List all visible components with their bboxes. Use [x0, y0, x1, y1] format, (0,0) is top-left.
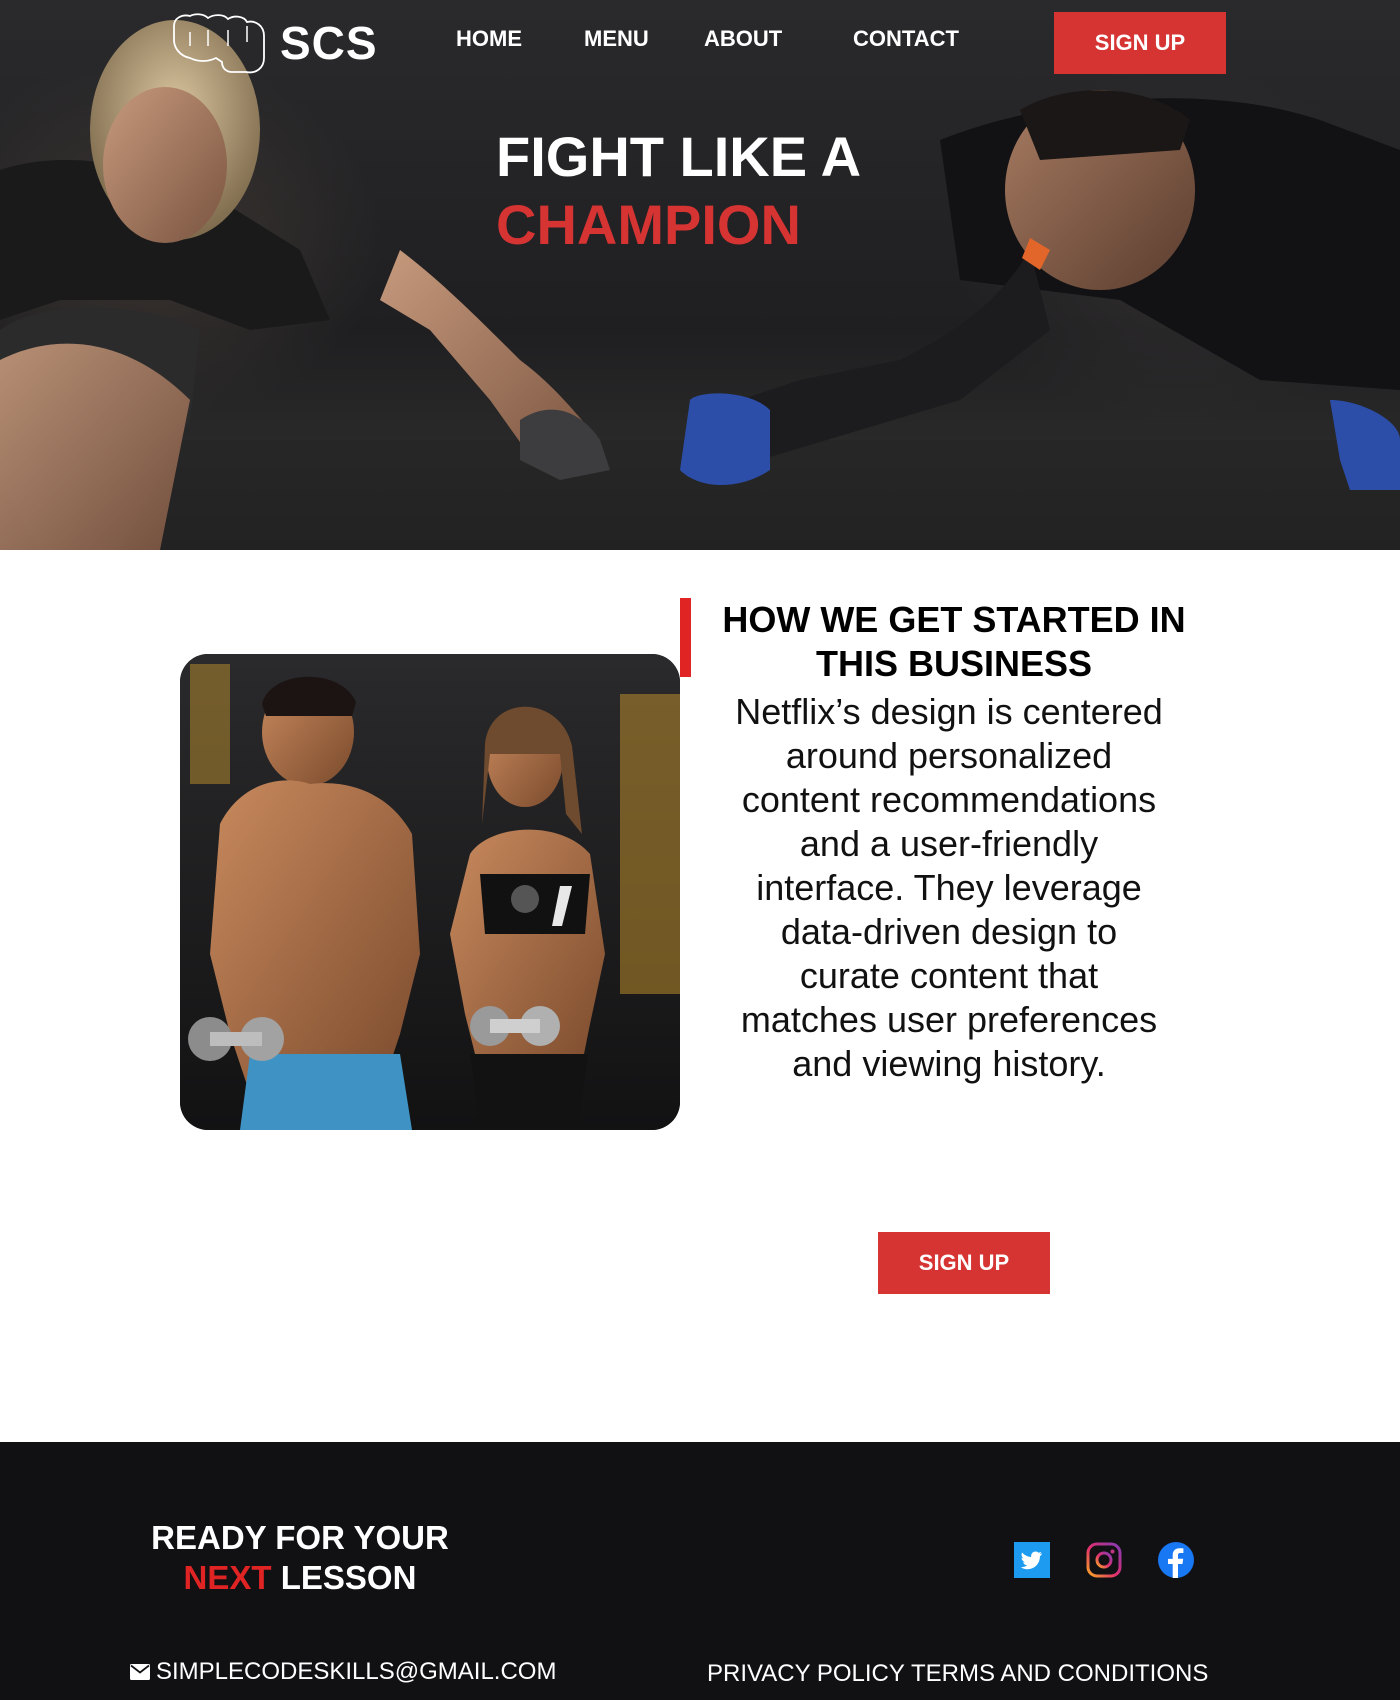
footer-email[interactable]: SIMPLECODESKILLS@GMAIL.COM [130, 1658, 556, 1686]
hero-workout-photo [0, 20, 1400, 550]
brand-logo[interactable]: SCS [168, 12, 378, 74]
footer-email-text: SIMPLECODESKILLS@GMAIL.COM [156, 1658, 557, 1685]
footer-cta-lesson: LESSON [280, 1559, 417, 1596]
heading-accent-bar [680, 598, 691, 677]
instagram-icon[interactable] [1086, 1542, 1122, 1578]
footer-cta-next: NEXT [183, 1559, 272, 1596]
footer-cta-line1: READY FOR YOUR [151, 1519, 449, 1556]
fitness-couple-photo [180, 654, 680, 1130]
nav-home[interactable]: HOME [456, 26, 522, 52]
mail-icon [130, 1664, 150, 1680]
hero-section: SCS HOME MENU ABOUT CONTACT SIGN UP FIGH… [0, 0, 1400, 550]
header-signup-button[interactable]: SIGN UP [1054, 12, 1226, 74]
about-description: Netflix’s design is centered around pers… [735, 691, 1163, 1084]
about-signup-button[interactable]: SIGN UP [878, 1232, 1050, 1294]
brand-name: SCS [280, 17, 378, 69]
nav-about[interactable]: ABOUT [704, 26, 782, 52]
footer: READY FOR YOUR NEXT LESSON SIMPLECODESKI… [0, 1442, 1400, 1700]
nav-menu[interactable]: MENU [584, 26, 649, 52]
hero-title: FIGHT LIKE A CHAMPION [496, 123, 861, 259]
hero-title-line1: FIGHT LIKE A [496, 125, 862, 188]
fist-icon [173, 13, 265, 74]
facebook-icon[interactable] [1158, 1542, 1194, 1578]
twitter-icon[interactable] [1014, 1542, 1050, 1578]
footer-cta: READY FOR YOUR NEXT LESSON [120, 1518, 480, 1598]
terms-link[interactable]: TERMS AND CONDITIONS [911, 1660, 1208, 1688]
privacy-policy-link[interactable]: PRIVACY POLICY [707, 1660, 905, 1688]
about-heading: HOW WE GET STARTED IN THIS BUSINESS [722, 599, 1186, 684]
hero-title-line2: CHAMPION [496, 193, 801, 256]
nav-contact[interactable]: CONTACT [853, 26, 959, 52]
